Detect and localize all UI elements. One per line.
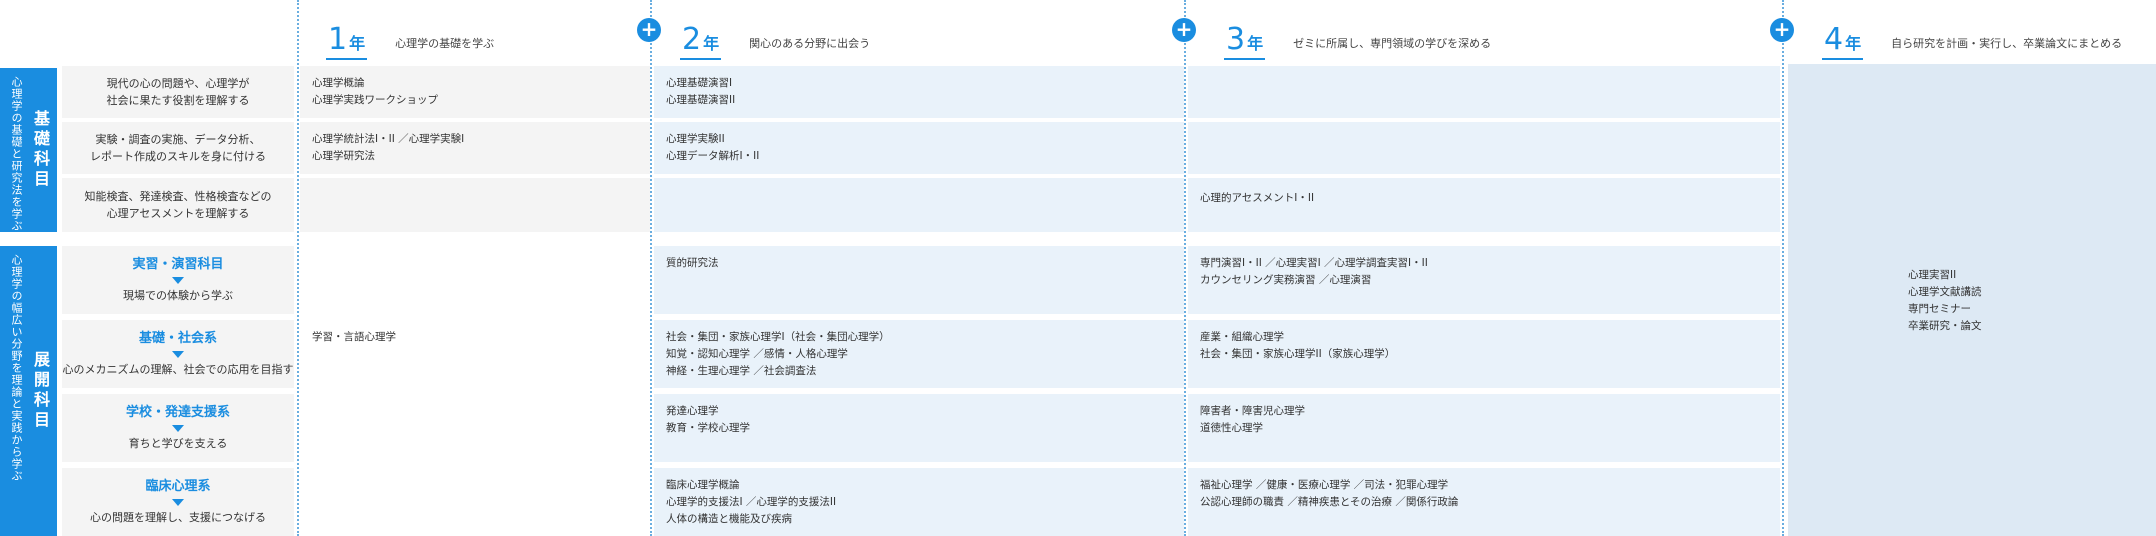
year-2-number: 2年: [680, 23, 722, 60]
category-basic-title: 基礎科目: [31, 110, 50, 190]
basic-row-2-year-1: 心理学統計法I・II ／心理学実験I 心理学研究法: [300, 122, 650, 174]
basic-row-1-year-3: [1188, 66, 1780, 118]
applied-row-4-text: 心の問題を理解し、支援につなげる: [90, 511, 266, 524]
applied-row-3-year-2: 発達心理学 教育・学校心理学: [654, 394, 1184, 462]
applied-row-1-year-1: [300, 246, 650, 314]
basic-row-1-year-2: 心理基礎演習I 心理基礎演習II: [654, 66, 1184, 118]
year-1-number: 1年: [326, 23, 368, 60]
applied-row-3-label: 学校・発達支援系 育ちと学びを支える: [62, 394, 294, 462]
plus-icon: +: [1172, 18, 1196, 42]
basic-row-3-year-1: [300, 178, 650, 232]
applied-row-2-text: 心のメカニズムの理解、社会での応用を目指す: [62, 363, 294, 376]
year-3-number: 3年: [1224, 23, 1266, 60]
arrow-down-icon: [172, 425, 184, 432]
basic-row-2-year-3: [1188, 122, 1780, 174]
applied-row-3-year-3: 障害者・障害児心理学 道徳性心理学: [1188, 394, 1780, 462]
applied-row-1-year-2: 質的研究法: [654, 246, 1184, 314]
applied-row-1-label: 実習・演習科目 現場での体験から学ぶ: [62, 246, 294, 314]
year-4-courses: 心理実習II 心理学文献講読 専門セミナー 卒業研究・論文: [1908, 269, 1982, 332]
applied-row-3-title: 学校・発達支援系: [125, 405, 230, 420]
arrow-down-icon: [172, 351, 184, 358]
year-2-description: 関心のある分野に出会う: [749, 37, 871, 50]
category-applied: 心理学の幅広い分野を理論と実践から学ぶ 展開科目: [0, 246, 57, 536]
basic-row-1-label: 現代の心の問題や、心理学が 社会に果たす役割を理解する: [62, 66, 294, 118]
year-4-number: 4年: [1822, 23, 1864, 60]
year-divider-1: [297, 0, 299, 536]
year-divider-2: [650, 0, 652, 536]
applied-row-1-year-3: 専門演習I・II ／心理実習I ／心理学調査実習I・II カウンセリング実務演習…: [1188, 246, 1780, 314]
year-2-header: 2年 関心のある分野に出会う: [680, 10, 870, 60]
year-1-description: 心理学の基礎を学ぶ: [395, 37, 495, 50]
plus-icon: +: [1770, 18, 1794, 42]
basic-row-3-year-2: [654, 178, 1184, 232]
year-3-description: ゼミに所属し、専門領域の学びを深める: [1293, 37, 1492, 50]
year-divider-4: [1782, 0, 1784, 536]
category-basic: 心理学の基礎と研究法を学ぶ 基礎科目: [0, 68, 57, 232]
category-basic-subtitle: 心理学の基礎と研究法を学ぶ: [10, 76, 23, 232]
basic-row-2-text: 実験・調査の実施、データ分析、 レポート作成のスキルを身に付ける: [90, 133, 266, 163]
year-4-header: 4年 自ら研究を計画・実行し、卒業論文にまとめる: [1822, 10, 2122, 60]
category-applied-title: 展開科目: [31, 351, 50, 431]
year-1-header: 1年 心理学の基礎を学ぶ: [326, 10, 494, 60]
basic-row-2-label: 実験・調査の実施、データ分析、 レポート作成のスキルを身に付ける: [62, 122, 294, 174]
plus-icon: +: [637, 18, 661, 42]
arrow-down-icon: [172, 277, 184, 284]
applied-row-2-label: 基礎・社会系 心のメカニズムの理解、社会での応用を目指す: [62, 320, 294, 388]
category-applied-subtitle: 心理学の幅広い分野を理論と実践から学ぶ: [10, 254, 23, 482]
applied-row-2-year-3: 産業・組織心理学 社会・集団・家族心理学II（家族心理学）: [1188, 320, 1780, 388]
applied-row-3-text: 育ちと学びを支える: [128, 437, 228, 450]
arrow-down-icon: [172, 499, 184, 506]
applied-row-4-year-2: 臨床心理学概論 心理学的支援法I ／心理学的支援法II 人体の構造と機能及び疾病: [654, 468, 1184, 536]
applied-row-3-year-1: [300, 394, 650, 462]
applied-row-2-year-1: 学習・言語心理学: [300, 320, 650, 388]
year-4-column: 心理実習II 心理学文献講読 専門セミナー 卒業研究・論文: [1788, 64, 2156, 536]
year-divider-3: [1184, 0, 1186, 536]
basic-row-3-label: 知能検査、発達検査、性格検査などの 心理アセスメントを理解する: [62, 178, 294, 232]
basic-row-1-text: 現代の心の問題や、心理学が 社会に果たす役割を理解する: [106, 77, 250, 107]
applied-row-4-title: 臨床心理系: [145, 479, 211, 494]
basic-row-1-year-1: 心理学概論 心理学実践ワークショップ: [300, 66, 650, 118]
basic-row-3-text: 知能検査、発達検査、性格検査などの 心理アセスメントを理解する: [84, 190, 272, 220]
applied-row-4-label: 臨床心理系 心の問題を理解し、支援につなげる: [62, 468, 294, 536]
year-3-header: 3年 ゼミに所属し、専門領域の学びを深める: [1224, 10, 1491, 60]
basic-row-2-year-2: 心理学実験II 心理データ解析I・II: [654, 122, 1184, 174]
applied-row-4-year-1: [300, 468, 650, 536]
applied-row-1-text: 現場での体験から学ぶ: [123, 289, 233, 302]
applied-row-4-year-3: 福祉心理学 ／健康・医療心理学 ／司法・犯罪心理学 公認心理師の職責 ／精神疾患…: [1188, 468, 1780, 536]
year-4-description: 自ら研究を計画・実行し、卒業論文にまとめる: [1891, 37, 2123, 50]
applied-row-1-title: 実習・演習科目: [132, 257, 224, 272]
applied-row-2-year-2: 社会・集団・家族心理学I（社会・集団心理学） 知覚・認知心理学 ／感情・人格心理…: [654, 320, 1184, 388]
applied-row-2-title: 基礎・社会系: [138, 331, 217, 346]
basic-row-3-year-3: 心理的アセスメントI・II: [1188, 178, 1780, 232]
